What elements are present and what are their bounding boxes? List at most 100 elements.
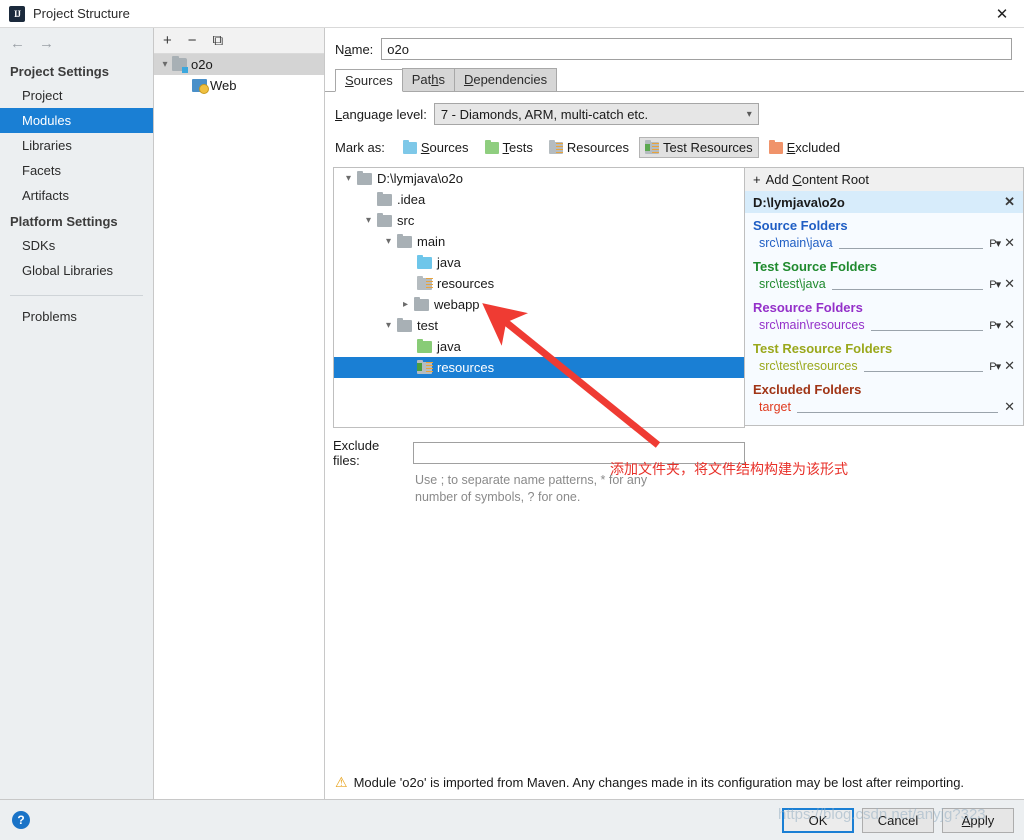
content-root-entry[interactable]: src\main\resources P▾ ✕: [745, 316, 1023, 336]
tree-row[interactable]: resources: [334, 273, 744, 294]
tree-row[interactable]: java: [334, 252, 744, 273]
copy-module-icon[interactable]: ⧉: [213, 33, 224, 48]
tree-item-label: .idea: [397, 192, 426, 207]
close-icon[interactable]: ✕: [980, 0, 1024, 28]
folder-icon: [397, 317, 412, 332]
tab-paths[interactable]: Paths: [401, 68, 455, 91]
chevron-down-icon[interactable]: ▾: [340, 173, 357, 184]
remove-folder-icon[interactable]: ✕: [1004, 276, 1015, 292]
tree-item-label: webapp: [434, 297, 480, 312]
sidebar-item-sdks[interactable]: SDKs: [0, 233, 153, 258]
sidebar-item-artifacts[interactable]: Artifacts: [0, 183, 153, 208]
add-content-root-label: Add Content Root: [765, 172, 869, 187]
plus-icon: +: [753, 172, 761, 187]
section-title-test-source-folders: Test Source Folders: [753, 259, 878, 274]
tree-item-label: resources: [437, 360, 495, 375]
package-prefix-icon[interactable]: P▾: [989, 278, 1001, 291]
watermark-text: https://blog.csdn.net/anyjg?323: [778, 806, 986, 823]
package-prefix-icon[interactable]: P▾: [989, 360, 1001, 373]
tree-row[interactable]: ▾ main: [334, 231, 744, 252]
folder-path: src\main\resources: [759, 318, 865, 332]
sidebar-item-facets[interactable]: Facets: [0, 158, 153, 183]
mark-as-sources-label: Sources: [420, 140, 469, 155]
mark-as-sources-button[interactable]: Sources: [397, 137, 475, 158]
package-prefix-icon[interactable]: P▾: [989, 237, 1001, 250]
chevron-right-icon[interactable]: ▸: [397, 299, 414, 310]
remove-folder-icon[interactable]: ✕: [1004, 317, 1015, 333]
tree-item-label: java: [437, 255, 461, 270]
tree-row-selected[interactable]: resources: [334, 357, 744, 378]
tree-row[interactable]: .idea: [334, 189, 744, 210]
language-level-select[interactable]: 7 - Diamonds, ARM, multi-catch etc. ▾: [433, 103, 759, 125]
tree-row[interactable]: java: [334, 336, 744, 357]
remove-module-icon[interactable]: −: [188, 33, 197, 48]
chevron-down-icon[interactable]: ▾: [158, 59, 172, 70]
remove-folder-icon[interactable]: ✕: [1004, 358, 1015, 374]
mark-as-resources-button[interactable]: Resources: [543, 137, 635, 158]
mark-as-excluded-label: Excluded: [786, 140, 841, 155]
mark-as-test-resources-button[interactable]: Test Resources: [639, 137, 759, 158]
module-tree-item-o2o[interactable]: ▾ o2o: [154, 54, 324, 75]
section-title-test-resource-folders: Test Resource Folders: [753, 341, 893, 356]
content-root-entry[interactable]: src\test\java P▾ ✕: [745, 275, 1023, 295]
tree-row[interactable]: ▸ webapp: [334, 294, 744, 315]
section-title-excluded-folders: Excluded Folders: [753, 382, 862, 397]
tree-row[interactable]: ▾ test: [334, 315, 744, 336]
source-folder-tree[interactable]: ▾ D:\lymjava\o2o .idea ▾ src ▾ main java…: [333, 167, 745, 428]
window-title: Project Structure: [33, 6, 130, 21]
module-name-input[interactable]: [381, 38, 1012, 60]
tab-sources[interactable]: Sources: [335, 69, 403, 92]
sidebar-item-modules[interactable]: Modules: [0, 108, 153, 133]
add-content-root-button[interactable]: + Add Content Root: [745, 168, 1023, 191]
sources-folder-icon: [417, 254, 432, 269]
language-level-row: Language level: 7 - Diamonds, ARM, multi…: [325, 92, 1024, 125]
module-tree-item-web[interactable]: Web: [154, 75, 324, 96]
chevron-down-icon[interactable]: ▾: [380, 236, 397, 247]
tree-item-label: test: [417, 318, 438, 333]
sidebar-item-problems[interactable]: Problems: [0, 304, 153, 329]
back-arrow-icon[interactable]: ←: [10, 35, 25, 52]
content-root-path: D:\lymjava\o2o: [753, 194, 845, 210]
remove-folder-icon[interactable]: ✕: [1004, 235, 1015, 251]
modules-list-panel: + − ⧉ ▾ o2o Web: [154, 28, 325, 799]
test-resources-folder-icon: [417, 359, 433, 374]
sidebar-item-project[interactable]: Project: [0, 83, 153, 108]
add-module-icon[interactable]: +: [163, 33, 172, 48]
path-underline: [831, 279, 984, 290]
help-icon[interactable]: ?: [12, 811, 30, 829]
section-title-resource-folders: Resource Folders: [753, 300, 863, 315]
warning-triangle-icon: ⚠: [335, 774, 348, 790]
content-roots-panel: + Add Content Root D:\lymjava\o2o ✕ Sour…: [745, 167, 1024, 426]
remove-folder-icon[interactable]: ✕: [1004, 399, 1015, 415]
chevron-down-icon[interactable]: ▾: [360, 215, 377, 226]
mark-as-label: Mark as:: [335, 140, 385, 155]
content-root-entry[interactable]: src\main\java P▾ ✕: [745, 234, 1023, 254]
mark-as-tests-button[interactable]: Tests: [479, 137, 539, 158]
tab-dependencies[interactable]: Dependencies: [453, 68, 558, 91]
tree-row[interactable]: ▾ src: [334, 210, 744, 231]
module-label: o2o: [191, 57, 213, 72]
module-editor-panel: Name: Sources Paths Dependencies Languag…: [325, 28, 1024, 799]
web-facet-icon: [192, 79, 209, 94]
path-underline: [870, 320, 984, 331]
sidebar-item-libraries[interactable]: Libraries: [0, 133, 153, 158]
package-prefix-icon[interactable]: P▾: [989, 319, 1001, 332]
mark-as-excluded-button[interactable]: Excluded: [763, 137, 846, 158]
annotation-text: 添加文件夹，将文件结构构建为该形式: [610, 462, 848, 478]
folder-path: src\test\java: [759, 277, 826, 291]
settings-sidebar: ← → Project Settings Project Modules Lib…: [0, 28, 154, 799]
folder-icon: [377, 191, 392, 206]
sidebar-group-project-settings: Project Settings: [10, 64, 109, 79]
folder-path: src\main\java: [759, 236, 833, 250]
sidebar-item-global-libraries[interactable]: Global Libraries: [0, 258, 153, 283]
maven-warning-row: ⚠ Module 'o2o' is imported from Maven. A…: [325, 766, 1024, 791]
chevron-down-icon[interactable]: ▾: [380, 320, 397, 331]
remove-content-root-icon[interactable]: ✕: [1004, 194, 1015, 210]
content-root-entry[interactable]: target ✕: [745, 398, 1023, 418]
language-level-label: Language level:: [335, 106, 427, 122]
mark-as-resources-label: Resources: [566, 140, 630, 155]
content-root-entry[interactable]: src\test\resources P▾ ✕: [745, 357, 1023, 377]
forward-arrow-icon[interactable]: →: [39, 35, 54, 52]
tree-row[interactable]: ▾ D:\lymjava\o2o: [334, 168, 744, 189]
test-sources-folder-icon: [417, 338, 432, 353]
